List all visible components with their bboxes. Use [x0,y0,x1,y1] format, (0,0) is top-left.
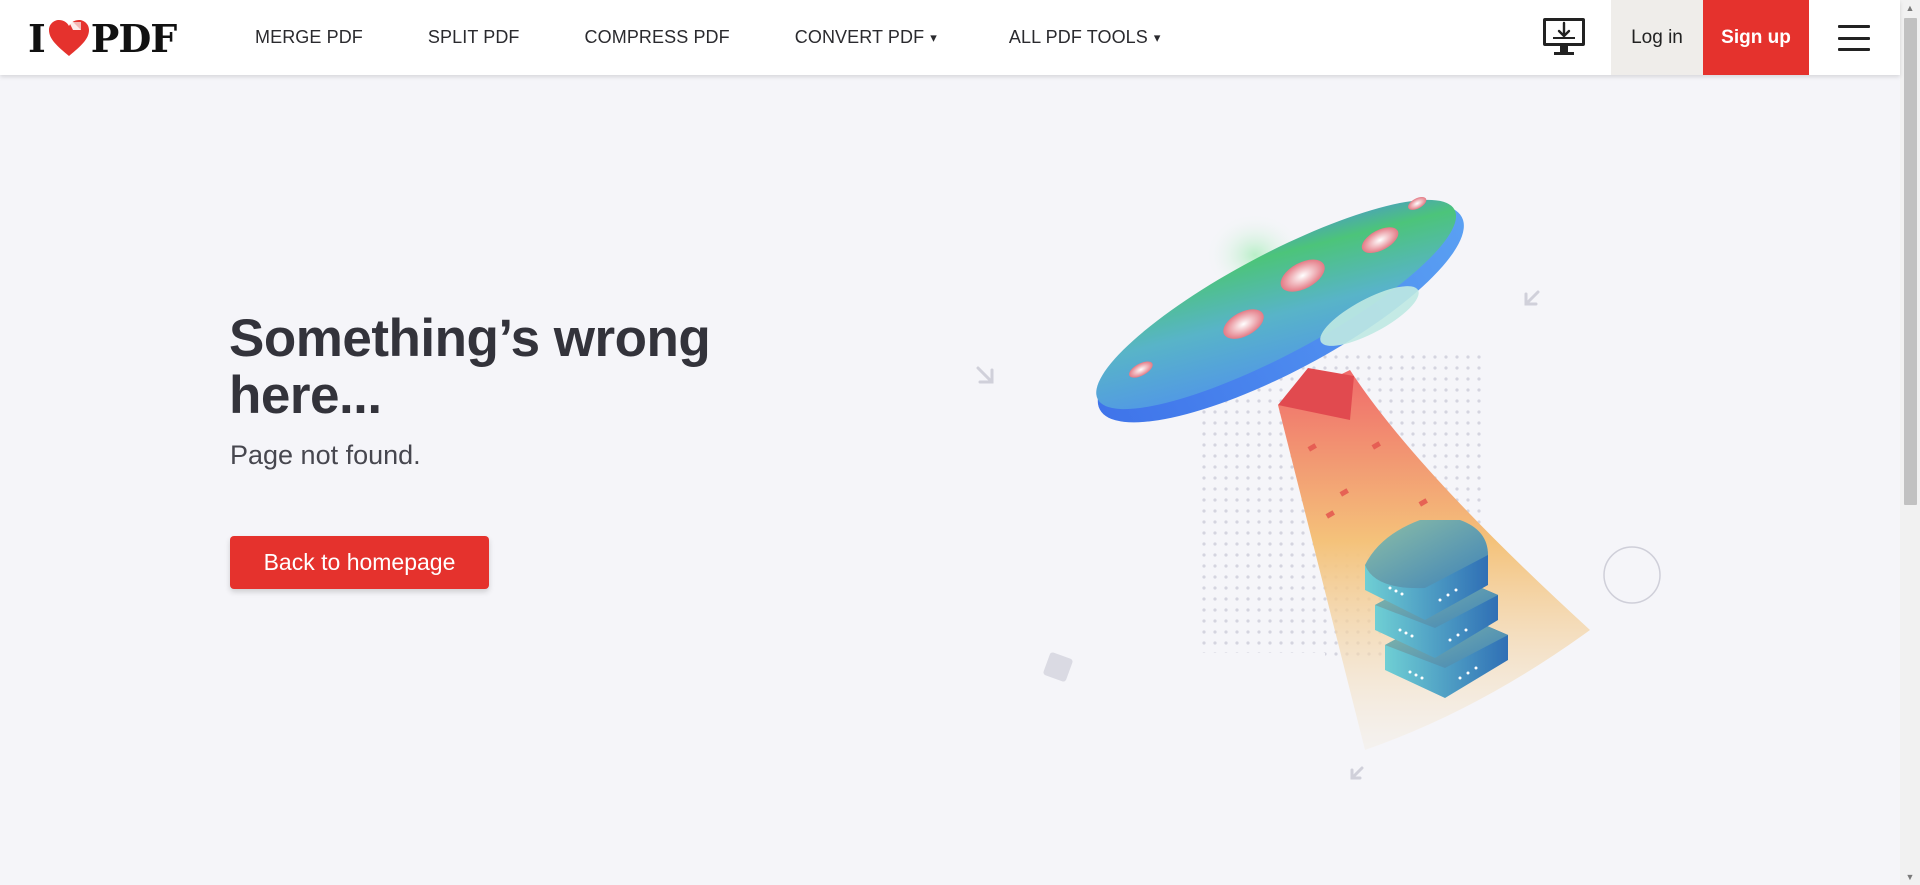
scrollbar-thumb[interactable] [1904,18,1917,505]
caret-down-icon: ▾ [1153,29,1161,45]
nav-split-pdf-label: SPLIT PDF [427,27,520,47]
error-title: Something’s wrong here... [229,309,711,425]
nav-compress-pdf[interactable]: COMPRESS PDF [585,27,730,48]
login-button[interactable]: Log in [1611,0,1703,75]
desktop-app-download-button[interactable] [1540,14,1588,60]
logo-text-pdf: PDF [90,15,178,61]
error-subtitle: Page not found. [230,440,421,470]
scroll-up-arrow-icon[interactable]: ▲ [1900,0,1920,16]
hamburger-menu-icon[interactable] [1835,22,1873,54]
nav-convert-pdf-label: CONVERT PDF [794,27,925,47]
nav-convert-pdf-dropdown[interactable]: CONVERT PDF ▾ [795,27,937,48]
caret-down-icon: ▾ [930,29,937,45]
nav-split-pdf[interactable]: SPLIT PDF [428,27,520,48]
nav-compress-pdf-label: COMPRESS PDF [584,27,730,47]
ilovepdf-logo[interactable]: I PDF [28,15,178,61]
desktop-download-icon [1543,18,1585,55]
nav-all-pdf-tools-label: ALL PDF TOOLS [1008,27,1148,47]
nav-merge-pdf-label: MERGE PDF [255,27,363,47]
main-nav: MERGE PDF SPLIT PDF COMPRESS PDF CONVERT… [255,0,1226,75]
logo-text-i: I [28,15,46,61]
ufo-abduction-illustration [976,196,1661,780]
heart-logo-icon [48,20,89,56]
top-navigation-bar: I PDF MERGE PDF SPLIT PDF COMPRESS PDF C… [0,0,1900,75]
scroll-down-arrow-icon[interactable]: ▼ [1900,869,1920,885]
signup-button[interactable]: Sign up [1703,0,1809,75]
nav-all-pdf-tools-dropdown[interactable]: ALL PDF TOOLS ▾ [1009,27,1161,48]
back-to-homepage-button[interactable]: Back to homepage [230,536,489,589]
nav-merge-pdf[interactable]: MERGE PDF [255,27,363,48]
page-scrollbar[interactable]: ▲ ▼ [1900,0,1920,885]
